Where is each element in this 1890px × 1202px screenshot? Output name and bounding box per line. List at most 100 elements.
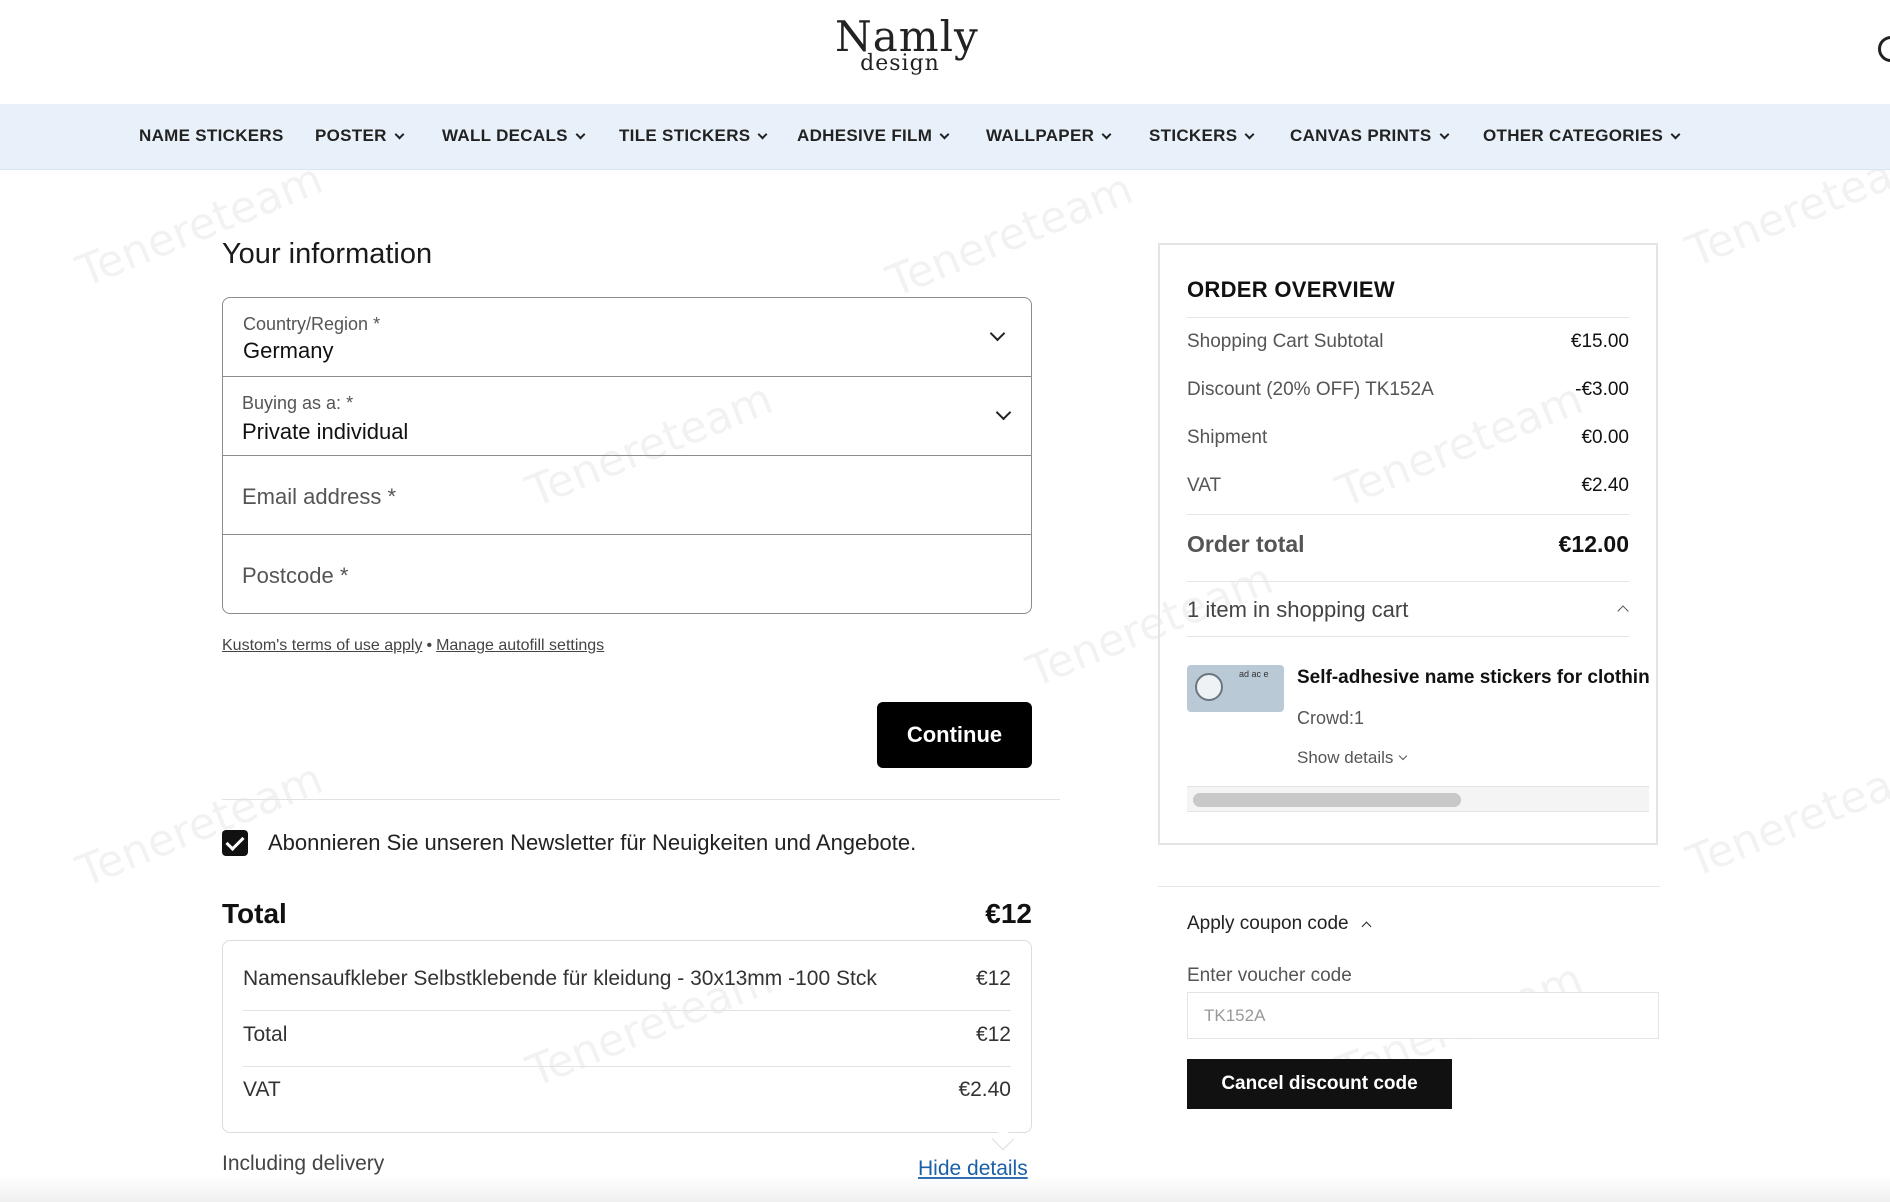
nav-item-stickers[interactable]: STICKERS [1149, 126, 1255, 146]
autofill-settings-link[interactable]: Manage autofill settings [436, 637, 604, 654]
search-icon[interactable] [1878, 36, 1890, 62]
link-separator: • [426, 637, 433, 654]
form-links: Kustom's terms of use apply • Manage autof… [222, 637, 604, 655]
chevron-down-icon [995, 404, 1012, 421]
summary-row: Namensaufkleber Selbstklebende für kleid… [243, 967, 1011, 991]
buying-as-label: Buying as a: * [242, 393, 354, 413]
row-divider [1187, 514, 1629, 515]
divider [222, 799, 1060, 800]
newsletter-checkbox[interactable] [222, 830, 248, 856]
nav-item-label: WALL DECALS [442, 126, 568, 145]
chevron-down-icon [757, 129, 768, 139]
buying-as-value: Private individual [242, 419, 409, 444]
order-total-label: Order total [1187, 531, 1305, 557]
order-total-row: Order total €12.00 [1187, 531, 1629, 558]
country-label: Country/Region * [243, 314, 381, 334]
summary-row: Total €12 [243, 1023, 1011, 1047]
nav-item-label: POSTER [315, 126, 387, 145]
nav-item-label: NAME STICKERS [139, 126, 284, 145]
newsletter-label: Abonnieren Sie unseren Newsletter für Ne… [268, 830, 917, 855]
overview-row-value: €2.40 [1581, 475, 1629, 496]
show-details-toggle[interactable]: Show details [1297, 748, 1408, 768]
country-value: Germany [243, 338, 334, 363]
terms-link[interactable]: Kustom's terms of use apply [222, 637, 422, 654]
order-overview-title: ORDER OVERVIEW [1187, 277, 1395, 302]
total-heading: Total [222, 898, 287, 929]
overview-row: Discount (20% OFF) TK152A -€3.00 [1187, 379, 1629, 401]
watermark-text: Tenereteam [879, 163, 1140, 308]
country-select[interactable]: Country/Region * Germany [223, 298, 1031, 377]
apply-coupon-label: Apply coupon code [1187, 913, 1349, 934]
cart-count-toggle[interactable]: 1 item in shopping cart [1187, 597, 1408, 623]
overview-row-label: Discount (20% OFF) TK152A [1187, 379, 1434, 400]
cancel-discount-button[interactable]: Cancel discount code [1187, 1059, 1452, 1109]
nav-item-other-categories[interactable]: OTHER CATEGORIES [1483, 126, 1681, 146]
chevron-down-icon [394, 129, 405, 139]
chevron-down-icon [989, 325, 1006, 342]
nav-item-label: WALLPAPER [986, 126, 1095, 145]
buying-as-select[interactable]: Buying as a: * Private individual [223, 377, 1031, 456]
watermark-text: Tenereteam [69, 153, 330, 298]
scrollbar-thumb[interactable] [1193, 793, 1461, 807]
row-divider [1187, 636, 1629, 637]
watermark-text: Tenereteam [1679, 743, 1890, 888]
nav-item-wall-decals[interactable]: WALL DECALS [442, 126, 586, 146]
voucher-input[interactable] [1187, 992, 1659, 1039]
thumbnail-text: ad ac e [1239, 669, 1269, 679]
total-amount: €12 [985, 898, 1032, 929]
main-nav: NAME STICKERS POSTER WALL DECALS TILE ST… [0, 104, 1890, 170]
information-form: Country/Region * Germany Buying as a: * … [222, 297, 1032, 614]
row-divider [243, 1066, 1011, 1067]
postcode-field[interactable]: Postcode * [223, 535, 1031, 613]
chevron-down-icon [939, 129, 950, 139]
summary-row-label: VAT [243, 1078, 281, 1101]
nav-item-tile-stickers[interactable]: TILE STICKERS [619, 126, 768, 146]
summary-row-label: Namensaufkleber Selbstklebende für kleid… [243, 967, 877, 990]
nav-item-label: CANVAS PRINTS [1290, 126, 1432, 145]
summary-row: VAT €2.40 [243, 1078, 1011, 1102]
price-breakdown: Namensaufkleber Selbstklebende für kleid… [222, 940, 1032, 1133]
cart-item-title: Self-adhesive name stickers for clothing [1297, 667, 1649, 688]
postcode-placeholder: Postcode * [242, 563, 349, 588]
overview-row: VAT €2.40 [1187, 475, 1629, 497]
nav-item-poster[interactable]: POSTER [315, 126, 405, 146]
summary-row-value: €2.40 [958, 1078, 1011, 1101]
row-divider [1187, 581, 1629, 582]
chevron-down-icon [575, 129, 586, 139]
nav-item-label: ADHESIVE FILM [797, 126, 933, 145]
summary-row-value: €12 [975, 967, 1011, 990]
chevron-down-icon [1399, 751, 1408, 761]
chevron-down-icon [1439, 129, 1449, 139]
email-field[interactable]: Email address * [223, 456, 1031, 535]
overview-row-label: Shopping Cart Subtotal [1187, 331, 1384, 352]
overview-row-value: €0.00 [1581, 427, 1629, 448]
nav-item-wallpaper[interactable]: WALLPAPER [986, 126, 1112, 146]
overview-row-value: -€3.00 [1575, 379, 1629, 400]
continue-button[interactable]: Continue [877, 702, 1032, 768]
email-placeholder: Email address * [242, 484, 397, 509]
overview-row-value: €15.00 [1570, 331, 1629, 352]
section-title: Your information [222, 238, 433, 270]
delivery-note: Including delivery [222, 1152, 385, 1175]
nav-item-adhesive-film[interactable]: ADHESIVE FILM [797, 126, 950, 146]
product-thumbnail: ad ac e [1187, 665, 1284, 712]
summary-row-value: €12 [975, 1023, 1011, 1046]
apply-coupon-toggle[interactable]: Apply coupon code [1187, 913, 1372, 935]
summary-row-label: Total [243, 1023, 288, 1046]
nav-item-name-stickers[interactable]: NAME STICKERS [139, 126, 284, 146]
divider [1158, 886, 1660, 887]
show-details-label: Show details [1297, 748, 1394, 767]
overview-row-label: Shipment [1187, 427, 1268, 448]
row-divider [243, 1010, 1011, 1011]
cart-item-quantity: Crowd:1 [1297, 708, 1365, 728]
nav-item-label: OTHER CATEGORIES [1483, 126, 1664, 145]
nav-item-label: TILE STICKERS [619, 126, 751, 145]
watermark-text: Tenereteam [69, 753, 330, 898]
overview-row-label: VAT [1187, 475, 1222, 496]
site-logo[interactable]: Namly design [835, 16, 978, 80]
overview-row: Shopping Cart Subtotal €15.00 [1187, 331, 1629, 353]
chevron-down-icon [1670, 129, 1681, 139]
site-header: Namly design [0, 0, 1890, 104]
chevron-up-icon [1361, 921, 1372, 932]
nav-item-canvas-prints[interactable]: CANVAS PRINTS [1290, 126, 1449, 146]
